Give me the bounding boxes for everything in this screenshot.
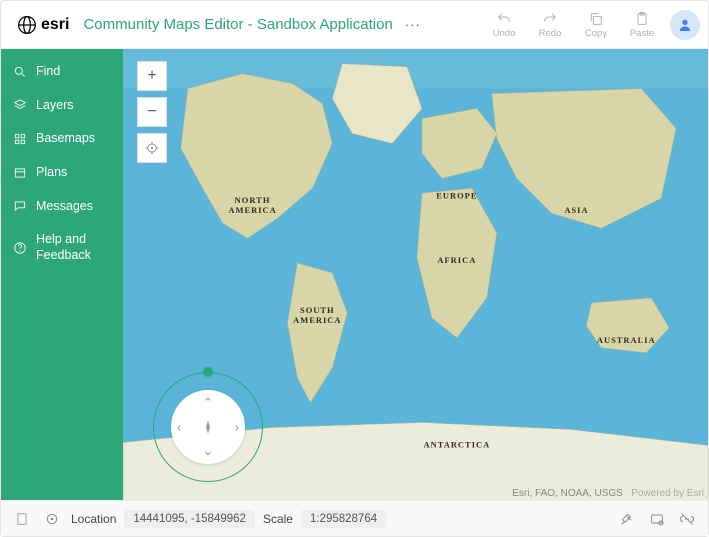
footer-tool-2[interactable] — [646, 508, 668, 530]
navigation-compass[interactable]: ⌃ ⌄ ‹ › — [153, 372, 263, 482]
pan-up-icon[interactable]: ⌃ — [203, 395, 214, 411]
locate-button[interactable] — [137, 133, 167, 163]
sidebar-item-help[interactable]: Help and Feedback — [1, 223, 123, 272]
person-icon — [677, 17, 693, 33]
zoom-out-button[interactable]: − — [137, 97, 167, 127]
scale-label: Scale — [263, 512, 293, 526]
help-icon — [13, 241, 27, 255]
status-bar: Location 14441095, -15849962 Scale 1:295… — [1, 500, 708, 536]
main-row: Find Layers Basemaps Plans Messages Help… — [1, 49, 708, 500]
compass-face: ⌃ ⌄ ‹ › — [171, 390, 245, 464]
undo-icon — [496, 11, 512, 27]
label-antarctica: ANTARCTICA — [423, 439, 490, 449]
map-area[interactable]: NORTHAMERICA SOUTHAMERICA EUROPE AFRICA … — [123, 49, 708, 500]
scale-value: 1:295828764 — [301, 510, 386, 528]
redo-icon — [542, 11, 558, 27]
sidebar-item-plans[interactable]: Plans — [1, 156, 123, 190]
north-indicator — [203, 367, 213, 377]
sidebar-item-messages[interactable]: Messages — [1, 190, 123, 224]
footer-target-icon[interactable] — [41, 508, 63, 530]
edit-map-icon — [619, 511, 635, 527]
layers-icon — [13, 98, 27, 112]
globe-icon — [17, 15, 37, 35]
location-label: Location — [71, 512, 116, 526]
label-north-america: NORTH — [235, 195, 271, 205]
label-asia: ASIA — [564, 205, 588, 215]
link-off-icon — [679, 511, 695, 527]
layer-tool-icon — [649, 511, 665, 527]
plans-icon — [13, 166, 27, 180]
app-shell: esri Community Maps Editor - Sandbox App… — [0, 0, 709, 537]
svg-text:SOUTHAMERICA: SOUTHAMERICA — [293, 305, 341, 325]
label-south-america: SOUTH — [300, 305, 335, 315]
target-icon — [45, 512, 59, 526]
pan-right-icon[interactable]: › — [235, 420, 239, 435]
footer-tool-3[interactable] — [676, 508, 698, 530]
brand-logo: esri — [17, 15, 69, 35]
sidebar: Find Layers Basemaps Plans Messages Help… — [1, 49, 123, 500]
undo-button[interactable]: Undo — [486, 11, 522, 39]
zoom-controls: + − — [137, 61, 167, 163]
label-africa: AFRICA — [437, 255, 476, 265]
sidebar-item-basemaps[interactable]: Basemaps — [1, 122, 123, 156]
header: esri Community Maps Editor - Sandbox App… — [1, 1, 708, 49]
copy-icon — [588, 11, 604, 27]
footer-doc-icon[interactable] — [11, 508, 33, 530]
page-icon — [15, 512, 29, 526]
messages-icon — [13, 199, 27, 213]
label-europe: EUROPE — [436, 190, 477, 200]
redo-button[interactable]: Redo — [532, 11, 568, 39]
compass-needle-icon — [200, 419, 216, 435]
copy-button[interactable]: Copy — [578, 11, 614, 39]
locate-icon — [145, 141, 159, 155]
pan-left-icon[interactable]: ‹ — [177, 420, 181, 435]
search-icon — [13, 65, 27, 79]
brand-text: esri — [41, 16, 69, 34]
paste-icon — [634, 11, 650, 27]
sidebar-item-layers[interactable]: Layers — [1, 89, 123, 123]
pan-down-icon[interactable]: ⌄ — [203, 443, 214, 459]
sidebar-item-find[interactable]: Find — [1, 55, 123, 89]
label-australia: AUSTRALIA — [597, 335, 656, 345]
header-toolbar: Undo Redo Copy Paste — [486, 11, 660, 39]
app-title: Community Maps Editor - Sandbox Applicat… — [83, 16, 392, 33]
location-value: 14441095, -15849962 — [124, 510, 255, 528]
zoom-in-button[interactable]: + — [137, 61, 167, 91]
footer-tool-1[interactable] — [616, 508, 638, 530]
svg-text:NORTHAMERICA: NORTHAMERICA — [228, 195, 276, 215]
user-avatar[interactable] — [670, 10, 700, 40]
paste-button[interactable]: Paste — [624, 11, 660, 39]
map-attribution: Esri, FAO, NOAA, USGS Powered by Esri — [512, 488, 704, 499]
basemaps-icon — [13, 132, 27, 146]
more-button[interactable]: ··· — [405, 17, 421, 32]
